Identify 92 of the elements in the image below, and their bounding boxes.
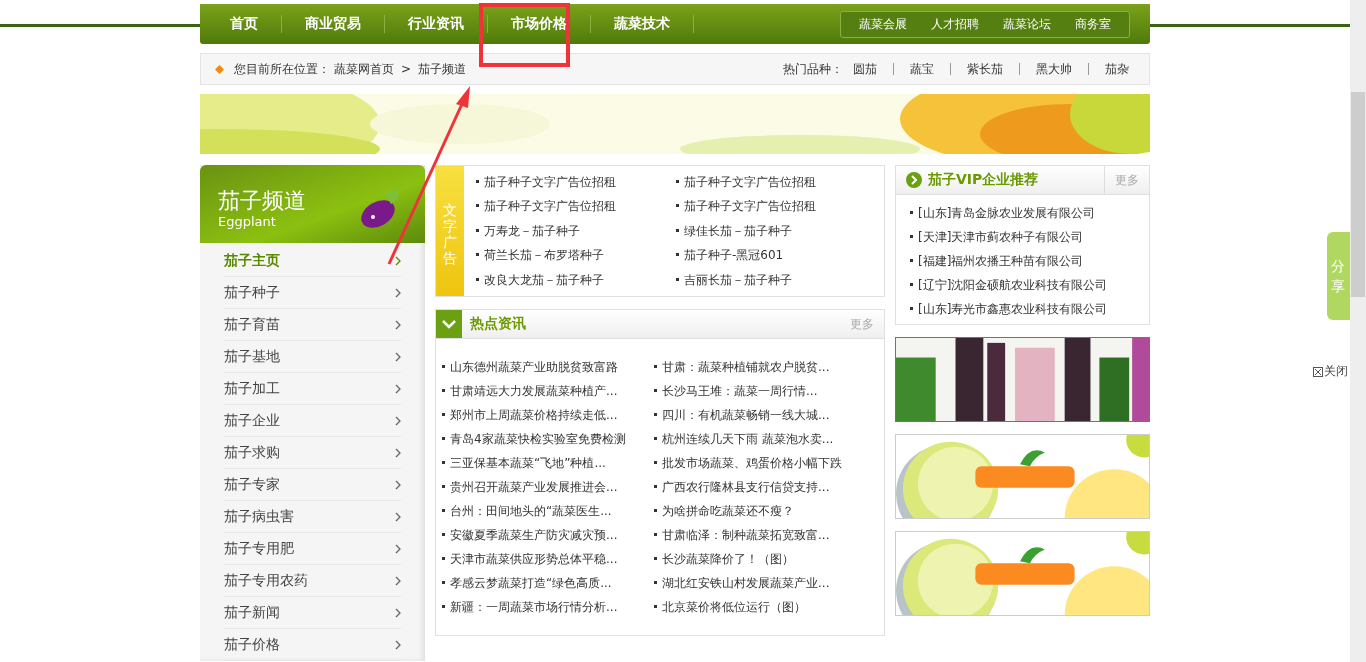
news-link[interactable]: 杭州连续几天下雨 蔬菜泡水卖... — [654, 427, 874, 451]
channel-menu-item[interactable]: 茄子加工 — [224, 373, 401, 405]
chevron-icon — [395, 575, 401, 586]
chevron-icon — [395, 511, 401, 522]
chevron-icon — [395, 543, 401, 554]
chevron-icon — [395, 319, 401, 330]
chevron-icon — [395, 287, 401, 298]
text-ad-link[interactable]: 绿佳长茄－茄子种子 — [676, 218, 876, 244]
chevron-icon — [395, 255, 401, 266]
section-title: 茄子VIP企业推荐 — [928, 171, 1040, 189]
channel-menu-item[interactable]: 茄子基地 — [224, 341, 401, 373]
separator: > — [401, 62, 412, 76]
chevron-icon — [395, 415, 401, 426]
nav-link[interactable]: 首页 — [200, 15, 282, 33]
variety-link[interactable]: 紫长茄 — [961, 60, 1009, 78]
chevron-icon — [395, 639, 401, 650]
text-ad-link[interactable]: 茄子种子文字广告位招租 — [676, 170, 876, 195]
sub-nav-link[interactable]: 人才招聘 — [919, 13, 991, 35]
channel-menu-item[interactable]: 茄子病虫害 — [224, 501, 401, 533]
channel-subtitle: Eggplant — [218, 214, 277, 229]
nav-link[interactable]: 市场价格 — [488, 15, 591, 33]
news-link[interactable]: 北京菜价将低位运行（图） — [654, 595, 874, 619]
news-link[interactable]: 天津市蔬菜供应形势总体平稳... — [442, 547, 654, 571]
channel-menu-item[interactable]: 茄子育苗 — [224, 309, 401, 341]
news-link[interactable]: 郑州市上周蔬菜价格持续走低... — [442, 403, 654, 427]
text-ad-link[interactable]: 荷兰长茄－布罗塔种子 — [476, 243, 676, 268]
news-link[interactable]: 台州：田间地头的“蔬菜医生... — [442, 499, 654, 523]
news-link[interactable]: 安徽夏季蔬菜生产防灾减灾预... — [442, 523, 654, 547]
text-ad-link[interactable]: 万寿龙－茄子种子 — [476, 218, 676, 244]
company-link[interactable]: [福建]福州农播王种苗有限公司 — [910, 249, 1135, 273]
nav-link[interactable]: 蔬菜技术 — [591, 15, 694, 33]
company-link[interactable]: [山东]青岛金脉农业发展有限公司 — [910, 201, 1135, 225]
news-link[interactable]: 孝感云梦蔬菜打造“绿色高质... — [442, 571, 654, 595]
company-link[interactable]: [天津]天津市蓟农种子有限公司 — [910, 225, 1135, 249]
sub-nav-link[interactable]: 蔬菜会展 — [847, 13, 919, 35]
text-ad-link[interactable]: 茄子种子-黑冠601 — [676, 243, 876, 268]
nav-link[interactable]: 商业贸易 — [282, 15, 385, 33]
breadcrumb-link[interactable]: 茄子频道 — [418, 60, 467, 78]
variety-link[interactable]: 蔬宝 — [904, 60, 940, 78]
channel-title: 茄子频道 — [218, 188, 306, 214]
variety-link[interactable]: 茄杂 — [1099, 60, 1135, 78]
company-link[interactable]: [辽宁]沈阳金硕航农业科技有限公司 — [910, 273, 1135, 297]
diamond-icon — [215, 64, 224, 74]
section-title: 热点资讯 — [470, 315, 527, 333]
channel-menu-item[interactable]: 茄子企业 — [224, 405, 401, 437]
news-link[interactable]: 贵州召开蔬菜产业发展推进会... — [442, 475, 654, 499]
channel-menu-item[interactable]: 茄子专家 — [224, 469, 401, 501]
chevron-icon — [436, 310, 462, 338]
text-ad-link[interactable]: 改良大龙茄－茄子种子 — [476, 267, 676, 292]
variety-link[interactable]: 黑大帅 — [1030, 60, 1078, 78]
text-ad-link[interactable]: 吉丽长茄－茄子种子 — [676, 267, 876, 292]
news-link[interactable]: 湖北红安铁山村发展蔬菜产业... — [654, 571, 874, 595]
chevron-icon — [395, 447, 401, 458]
breadcrumb-link[interactable]: 蔬菜网首页 — [334, 60, 394, 78]
text-ad-link[interactable]: 茄子种子文字广告位招租 — [476, 194, 676, 219]
channel-menu-item[interactable]: 茄子种子 — [224, 277, 401, 309]
company-link[interactable]: [山东]寿光市鑫惠农业科技有限公司 — [910, 297, 1135, 321]
news-link[interactable]: 甘肃靖远大力发展蔬菜种植产... — [442, 379, 654, 403]
variety-link[interactable]: 圆茄 — [847, 60, 883, 78]
news-link[interactable]: 山东德州蔬菜产业助脱贫致富路 — [442, 355, 654, 379]
text-ad-link[interactable]: 茄子种子文字广告位招租 — [676, 194, 876, 219]
news-link[interactable]: 长沙蔬菜降价了！（图） — [654, 547, 874, 571]
channel-menu-item[interactable]: 茄子价格 — [224, 629, 401, 661]
news-link[interactable]: 广西农行隆林县支行信贷支持... — [654, 475, 874, 499]
news-link[interactable]: 长沙马王堆：蔬菜一周行情... — [654, 379, 874, 403]
nav-link[interactable]: 行业资讯 — [385, 15, 488, 33]
news-link[interactable]: 四川：有机蔬菜畅销一线大城... — [654, 403, 874, 427]
news-link[interactable]: 三亚保基本蔬菜“飞地”种植... — [442, 451, 654, 475]
scrollbar[interactable] — [1350, 0, 1366, 662]
channel-menu-item[interactable]: 茄子专用肥 — [224, 533, 401, 565]
text-ad-link[interactable]: 茄子种子文字广告位招租 — [476, 170, 676, 195]
text-ads-label: 文字广告 — [436, 166, 464, 296]
news-link[interactable]: 为啥拼命吃蔬菜还不瘦？ — [654, 499, 874, 523]
close-icon — [1313, 366, 1323, 377]
chevron-icon — [395, 479, 401, 490]
news-link[interactable]: 甘肃临泽：制种蔬菜拓宽致富... — [654, 523, 874, 547]
location-label: 您目前所在位置： — [234, 60, 330, 78]
news-link[interactable]: 新疆：一周蔬菜市场行情分析... — [442, 595, 654, 619]
chevron-icon — [395, 351, 401, 362]
channel-menu-item[interactable]: 茄子专用农药 — [224, 565, 401, 597]
channel-menu-item[interactable]: 茄子主页 — [224, 245, 401, 277]
news-link[interactable]: 甘肃：蔬菜种植铺就农户脱贫... — [654, 355, 874, 379]
sub-nav-link[interactable]: 商务室 — [1063, 13, 1123, 35]
close-link[interactable]: 关闭 — [1313, 363, 1348, 380]
sub-nav-link[interactable]: 蔬菜论坛 — [991, 13, 1063, 35]
hot-varieties-label: 热门品种： — [783, 60, 843, 78]
news-link[interactable]: 批发市场蔬菜、鸡蛋价格小幅下跌 — [654, 451, 874, 475]
news-link[interactable]: 青岛4家蔬菜快检实验室免费检测 — [442, 427, 654, 451]
chevron-icon — [395, 383, 401, 394]
channel-menu-item[interactable]: 茄子求购 — [224, 437, 401, 469]
channel-menu-item[interactable]: 茄子新闻 — [224, 597, 401, 629]
chevron-icon — [395, 607, 401, 618]
